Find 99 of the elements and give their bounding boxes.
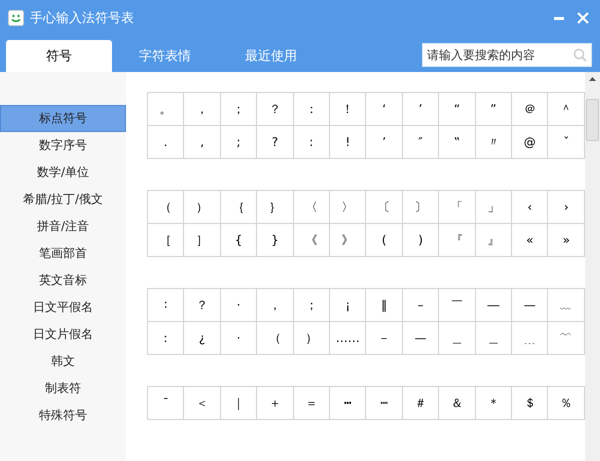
symbol-cell[interactable]: ’ [366,126,402,158]
close-icon [577,12,589,24]
symbol-cell[interactable]: 》 [330,224,366,256]
symbol-cell[interactable]: 。 [148,92,184,126]
symbol-cell[interactable]: ( [366,224,402,256]
symbol-cell[interactable]: ｜ [220,386,257,420]
symbol-cell[interactable]: ， [184,92,220,126]
symbol-cell[interactable]: ！ [330,92,366,126]
symbol-cell[interactable]: ‹ [512,190,548,224]
symbol-cell[interactable]: （ [148,190,184,224]
symbol-cell[interactable]: ? [256,126,294,158]
sidebar-item[interactable]: 数字序号 [0,132,126,159]
scrollbar[interactable] [585,72,600,461]
symbol-cell[interactable]: « [512,224,548,256]
symbol-cell[interactable]: 」 [475,190,512,224]
symbol-cell[interactable]: — [402,322,439,354]
symbol-cell[interactable]: ￣ [438,288,476,322]
sidebar-item[interactable]: 日文片假名 [0,321,126,348]
symbol-cell[interactable]: ＿ [475,322,512,354]
sidebar-item[interactable]: 特殊符号 [0,402,126,429]
symbol-cell[interactable]: – [402,288,439,322]
symbol-cell[interactable]: ？ [184,288,220,322]
symbol-cell[interactable]: ： [293,92,330,126]
symbol-cell[interactable]: ， [256,288,294,322]
tab[interactable]: 符号 [6,40,112,72]
symbol-cell[interactable]: ¡ [330,288,366,322]
smiley-icon [8,10,24,26]
symbol-cell[interactable]: ｛ [220,190,257,224]
symbol-cell[interactable]: ； [220,92,257,126]
symbol-cell[interactable]: ： [148,322,184,354]
symbol-cell[interactable]: ） [293,322,330,354]
symbol-cell[interactable]: ＝ [293,386,330,420]
symbol-cell[interactable]: — [512,288,548,322]
sidebar-item[interactable]: 拼音/注音 [0,213,126,240]
sidebar-item[interactable]: 英文音标 [0,267,126,294]
symbol-cell[interactable]: ┉ [366,386,402,420]
symbol-cell[interactable]: 〕 [402,190,439,224]
symbol-cell[interactable]: ! [330,126,366,158]
symbol-cell[interactable]: ］ [184,224,220,256]
symbol-cell[interactable]: 』 [475,224,512,256]
symbol-cell[interactable]: 〈 [293,190,330,224]
scroll-thumb[interactable] [586,99,599,141]
sidebar-item[interactable]: 韩文 [0,348,126,375]
symbol-cell[interactable]: 〔 [366,190,402,224]
symbol-cell[interactable]: ； [293,288,330,322]
symbol-cell[interactable]: ¿ [184,322,220,354]
symbol-cell[interactable]: “ [438,92,476,126]
symbol-cell[interactable]: ＠ [512,92,548,126]
search-box[interactable]: 请输入要搜索的内容 [422,43,592,67]
symbol-cell[interactable]: } [256,224,294,256]
symbol-cell[interactable]: ) [402,224,439,256]
symbol-cell[interactable]: ） [184,190,220,224]
symbol-cell[interactable]: ∶ [148,288,184,322]
symbol-cell[interactable]: · [220,288,257,322]
sidebar-item[interactable]: 希腊/拉丁/俄文 [0,186,126,213]
sidebar-item[interactable]: 制表符 [0,375,126,402]
scroll-up-icon[interactable] [588,76,597,82]
symbol-cell[interactable]: ’ [402,92,439,126]
symbol-cell[interactable]: － [366,322,402,354]
symbol-cell[interactable]: ＊ [475,386,512,420]
symbol-cell[interactable]: 〉 [330,190,366,224]
symbol-cell[interactable]: ＃ [402,386,439,420]
symbol-cell[interactable]: 「 [438,190,476,224]
symbol-cell[interactable]: ﹍ [512,322,548,354]
symbol-cell[interactable]: ＄ [512,386,548,420]
symbol-cell[interactable]: ‘ [366,92,402,126]
symbol-cell[interactable]: · [220,322,257,354]
minimize-icon [554,16,564,20]
symbol-cell[interactable]: 『 [438,224,476,256]
symbol-cell[interactable]: ┅ [330,386,366,420]
symbol-cell[interactable]: ; [220,126,257,158]
symbol-cell[interactable]: ｝ [256,190,294,224]
symbol-cell[interactable]: @ [512,126,548,158]
window-title: 手心输入法符号表 [30,10,135,27]
symbol-cell[interactable]: ― [475,288,512,322]
symbol-cell[interactable]: ＜ [184,386,220,420]
symbol-cell[interactable]: { [220,224,257,256]
symbol-cell[interactable]: ” [475,92,512,126]
symbol-cell[interactable]: , [184,126,220,158]
symbol-cell[interactable]: ″ [402,126,439,158]
symbol-cell[interactable]: ˉ [148,386,184,420]
symbol-cell[interactable]: …… [330,322,366,354]
symbol-cell[interactable]: ＋ [256,386,294,420]
symbol-cell[interactable]: 《 [293,224,330,256]
symbol-cell[interactable]: ＿ [438,322,476,354]
symbol-cell[interactable]: ‖ [366,288,402,322]
symbol-cell[interactable]: ［ [148,224,184,256]
symbol-cell[interactable]: 〃 [475,126,512,158]
search-icon [573,48,587,62]
sidebar-item[interactable]: 笔画部首 [0,240,126,267]
symbol-cell[interactable]: （ [256,322,294,354]
sidebar-item[interactable]: 标点符号 [0,105,126,132]
sidebar-item[interactable]: 日文平假名 [0,294,126,321]
symbol-cell[interactable]: ‟ [438,126,476,158]
symbol-cell[interactable]: ． [148,126,184,158]
symbol-cell[interactable]: ？ [256,92,294,126]
sidebar-item[interactable]: 数学/单位 [0,159,126,186]
symbol-cell[interactable]: : [293,126,330,158]
symbol-cell[interactable]: ＆ [438,386,476,420]
